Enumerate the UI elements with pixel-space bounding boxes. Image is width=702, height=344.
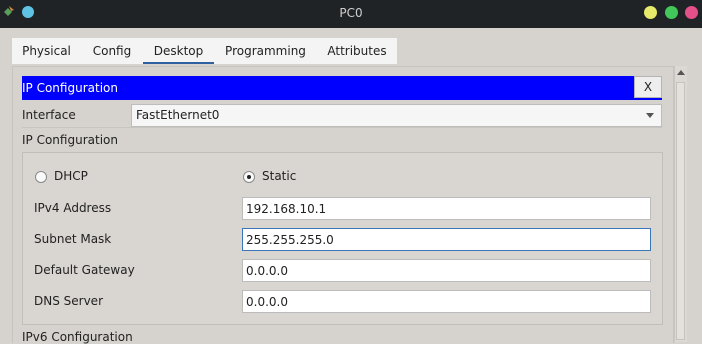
dns-server-input[interactable]	[242, 290, 651, 313]
static-radio[interactable]	[243, 171, 255, 183]
ip-config-section-title: IP Configuration	[22, 133, 118, 147]
minimize-button[interactable]	[644, 6, 657, 19]
window-title: PC0	[339, 6, 363, 20]
tab-bar: Physical Config Desktop Programming Attr…	[12, 38, 397, 64]
subnet-mask-label: Subnet Mask	[34, 232, 112, 246]
ipv4-address-input[interactable]	[242, 197, 651, 220]
interface-value: FastEthernet0	[136, 108, 220, 122]
default-gateway-label: Default Gateway	[34, 263, 135, 277]
dhcp-label: DHCP	[54, 169, 88, 183]
tab-config[interactable]: Config	[81, 38, 143, 64]
divider	[22, 127, 662, 128]
interface-select[interactable]: FastEthernet0	[131, 104, 662, 127]
dns-server-label: DNS Server	[34, 294, 103, 308]
tab-programming[interactable]: Programming	[214, 38, 317, 64]
close-window-button[interactable]	[685, 6, 698, 19]
tab-desktop[interactable]: Desktop	[143, 38, 214, 64]
ip-config-header: IP Configuration	[22, 76, 662, 100]
scroll-thumb[interactable]	[676, 82, 685, 340]
default-gateway-input[interactable]	[242, 259, 651, 282]
vertical-scrollbar[interactable]	[674, 66, 687, 342]
ipv4-address-label: IPv4 Address	[34, 201, 112, 215]
close-panel-button[interactable]: X	[634, 76, 662, 98]
static-label: Static	[262, 169, 297, 183]
ip-config-header-title: IP Configuration	[22, 81, 118, 95]
chevron-down-icon	[646, 113, 654, 118]
window-titlebar: PC0	[0, 0, 702, 28]
interface-label: Interface	[22, 108, 76, 122]
subnet-mask-input[interactable]	[242, 228, 651, 251]
scroll-up-icon[interactable]	[677, 70, 685, 75]
tab-physical[interactable]: Physical	[12, 38, 81, 64]
tab-attributes[interactable]: Attributes	[317, 38, 397, 64]
dhcp-radio[interactable]	[35, 171, 47, 183]
maximize-button[interactable]	[665, 6, 678, 19]
